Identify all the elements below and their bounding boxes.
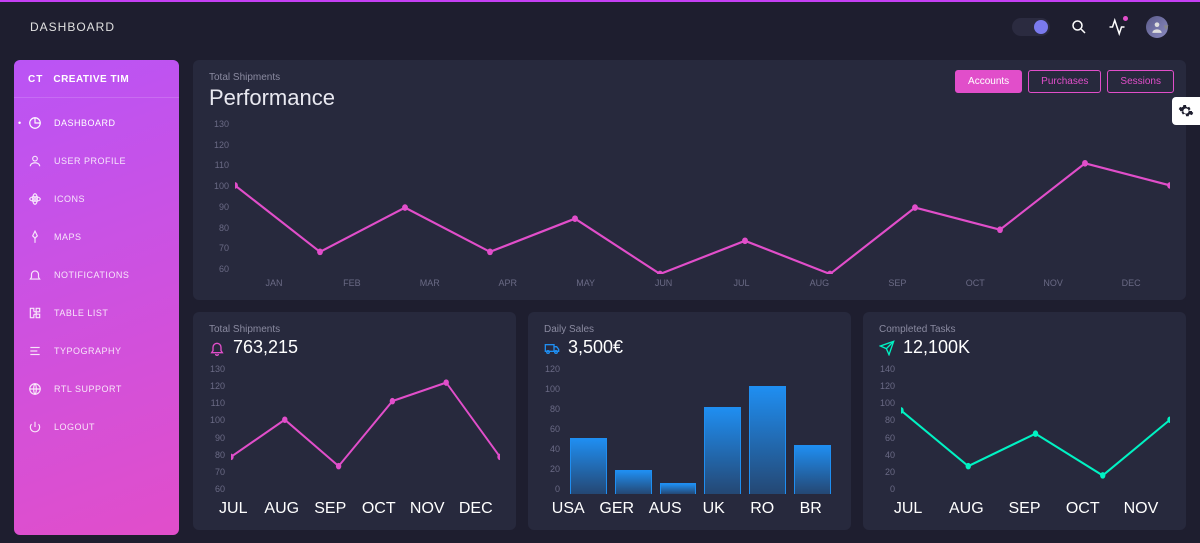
bell-icon [209,340,225,356]
puzzle-icon [28,306,42,320]
sidebar-item-label: DASHBOARD [54,118,116,128]
topbar: DASHBOARD ▼ [0,2,1200,52]
sidebar-item-maps[interactable]: MAPS [14,220,179,254]
sidebar-item-label: LOGOUT [54,422,95,432]
gear-icon [1178,103,1194,119]
tasks-card: Completed Tasks 12,100K 1401201008060402… [863,312,1186,530]
brand-logo: CT [28,74,43,85]
bar [570,438,607,494]
performance-chart: 13012011010090807060 [209,119,1170,274]
sidebar-item-user-profile[interactable]: USER PROFILE [14,144,179,178]
user-icon [28,154,42,168]
sidebar-item-notifications[interactable]: NOTIFICATIONS [14,258,179,292]
bar [704,407,741,494]
activity-icon[interactable] [1108,18,1126,36]
performance-card: Total Shipments Performance AccountsPurc… [193,60,1186,300]
shipments-card: Total Shipments 763,215 1301201101009080… [193,312,516,530]
chart-pie-icon [28,116,42,130]
send-icon [879,340,895,356]
sidebar-item-label: TYPOGRAPHY [54,346,122,356]
bell-icon [28,268,42,282]
notification-dot [1123,16,1128,21]
card-subtitle: Total Shipments [209,324,500,335]
card-subtitle: Completed Tasks [879,324,1170,335]
bar-chart [566,364,835,494]
bar [660,483,697,494]
theme-toggle[interactable] [1012,18,1050,36]
tab-purchases[interactable]: Purchases [1028,70,1101,93]
bar [749,386,786,494]
sidebar-item-label: TABLE LIST [54,308,108,318]
sidebar-item-logout[interactable]: LOGOUT [14,410,179,444]
settings-gear-button[interactable] [1172,97,1200,125]
sidebar-item-dashboard[interactable]: DASHBOARD [14,106,179,140]
tab-sessions[interactable]: Sessions [1107,70,1174,93]
power-icon [28,420,42,434]
sidebar-item-table-list[interactable]: TABLE LIST [14,296,179,330]
brand[interactable]: CT CREATIVE TIM [14,74,179,98]
sidebar-item-label: USER PROFILE [54,156,126,166]
tabs: Accounts Purchases Sessions [955,70,1174,93]
tab-accounts[interactable]: Accounts [955,70,1022,93]
stat-value: 12,100K [903,337,970,358]
sidebar-item-label: MAPS [54,232,82,242]
sidebar-item-icons[interactable]: ICONS [14,182,179,216]
page-title: DASHBOARD [30,20,115,34]
sidebar-item-typography[interactable]: TYPOGRAPHY [14,334,179,368]
pin-icon [28,230,42,244]
sidebar-item-label: ICONS [54,194,85,204]
sidebar: CT CREATIVE TIM DASHBOARD USER PROFILE ICO… [14,60,179,535]
globe-icon [28,382,42,396]
sidebar-item-label: RTL SUPPORT [54,384,122,394]
search-icon[interactable] [1070,18,1088,36]
stat-value: 763,215 [233,337,298,358]
sidebar-item-rtl-support[interactable]: RTL SUPPORT [14,372,179,406]
chevron-down-icon[interactable]: ▼ [1162,23,1170,32]
brand-name: CREATIVE TIM [53,74,129,85]
card-subtitle: Daily Sales [544,324,835,335]
sales-card: Daily Sales 3,500€ 120100806040200 USAGE… [528,312,851,530]
atom-icon [28,192,42,206]
bar [615,470,652,494]
align-icon [28,344,42,358]
delivery-icon [544,340,560,356]
bar [794,445,831,494]
sidebar-item-label: NOTIFICATIONS [54,270,129,280]
stat-value: 3,500€ [568,337,623,358]
